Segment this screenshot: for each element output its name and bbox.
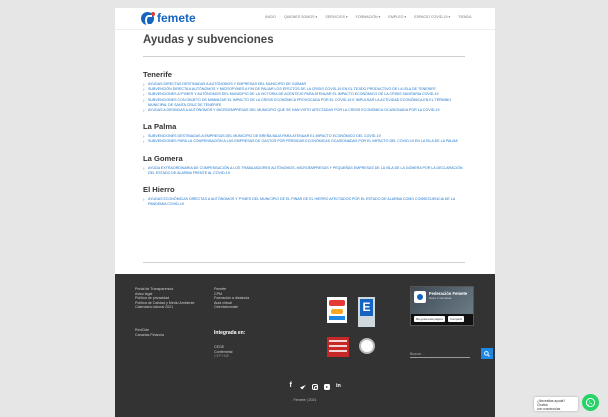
twitter-icon[interactable] bbox=[300, 384, 306, 390]
el-hierro-links: AYUDAS ECONÓMICAS DIRECTAS A AUTÓNOMOS Y… bbox=[143, 197, 465, 207]
search-button[interactable] bbox=[481, 348, 493, 359]
nav-servicios[interactable]: SERVICIOS ▾ bbox=[325, 15, 347, 19]
la-palma-links: SUBVENCIONES DESTINADAS A EMPRESAS DEL M… bbox=[143, 134, 465, 145]
footer-link-orientaformate[interactable]: Orientaformate bbox=[214, 305, 249, 310]
section-title-la-palma: La Palma bbox=[143, 122, 177, 132]
nav-inicio[interactable]: INICIO bbox=[265, 15, 276, 19]
facebook-icon[interactable] bbox=[288, 382, 294, 390]
whatsapp-chat-button[interactable] bbox=[582, 394, 599, 411]
footer-link-cepyme[interactable]: CEPYME bbox=[214, 354, 232, 359]
footer-legal-links: Portal de Transparencia Aviso legal Polí… bbox=[135, 287, 195, 310]
chat-prompt-bubble[interactable]: ¿Necesitas ayuda? Chatea con nosotros/as bbox=[534, 397, 578, 411]
femete-logo[interactable]: femete bbox=[141, 11, 196, 26]
site-footer: Portal de Transparencia Aviso legal Polí… bbox=[115, 274, 495, 417]
facebook-avatar bbox=[414, 291, 426, 303]
search-input[interactable] bbox=[410, 350, 470, 358]
list-item[interactable]: AYUDA EXTRAORDINARIA DE COMPENSACIÓN A L… bbox=[143, 166, 465, 176]
nav-tienda[interactable]: TIENDA bbox=[458, 15, 471, 19]
list-item[interactable]: AYUDAS ECONÓMICAS DIRECTAS A AUTÓNOMOS Y… bbox=[143, 197, 465, 207]
social-links bbox=[288, 382, 342, 390]
page: femete INICIO QUIENES SOMOS ▾ SERVICIOS … bbox=[115, 8, 495, 417]
nav-quienes-somos[interactable]: QUIENES SOMOS ▾ bbox=[284, 15, 317, 19]
chat-line-2: con nosotros/as bbox=[537, 407, 561, 412]
list-item[interactable]: SUBVENCIONES CON OBJETO DE MINIMIZAR EL … bbox=[143, 98, 465, 108]
la-gomera-links: AYUDA EXTRAORDINARIA DE COMPENSACIÓN A L… bbox=[143, 166, 465, 176]
page-title: Ayudas y subvenciones bbox=[143, 34, 274, 46]
facebook-share-button[interactable]: Compartir bbox=[448, 316, 465, 322]
footer-integrada-links: CEOE Confemetal CEPYME bbox=[214, 345, 232, 359]
section-title-el-hierro: El Hierro bbox=[143, 185, 175, 195]
quality-seal-icon bbox=[327, 337, 349, 357]
linkedin-icon[interactable] bbox=[336, 383, 342, 390]
section-title-tenerife: Tenerife bbox=[143, 70, 172, 79]
logo-text: femete bbox=[157, 11, 196, 25]
nav-formacion[interactable]: FORMACIÓN ▾ bbox=[356, 15, 381, 19]
facebook-like-button[interactable]: Me gusta esta página bbox=[414, 316, 445, 322]
footer-link-calendario[interactable]: Calendario laboral 2021 bbox=[135, 305, 195, 310]
whatsapp-icon bbox=[585, 397, 596, 408]
list-item[interactable]: AYUDAS A DIRIGIDAS A AUTÓNOMOS Y MICROEM… bbox=[143, 108, 465, 113]
bureau-veritas-seal-icon bbox=[359, 338, 375, 354]
nav-empleo[interactable]: EMPLEO ▾ bbox=[388, 15, 406, 19]
facebook-page-sub: Hace 2 semanas bbox=[429, 296, 452, 300]
chat-line-1: ¿Necesitas ayuda? Chatea bbox=[537, 399, 566, 408]
title-divider bbox=[143, 56, 465, 57]
instagram-icon[interactable] bbox=[312, 384, 318, 390]
integrada-heading: Integrada en: bbox=[214, 330, 246, 336]
site-header: femete INICIO QUIENES SOMOS ▾ SERVICIOS … bbox=[115, 8, 495, 30]
copyright: Femete | 2021 bbox=[293, 398, 317, 402]
facebook-page-widget[interactable]: Federación Femete Hace 2 semanas Me gust… bbox=[410, 286, 474, 326]
section-title-la-gomera: La Gomera bbox=[143, 153, 183, 163]
footer-partner-links: RedCide Canarias Financia bbox=[135, 328, 164, 337]
footer-site-links: Femete CPM Formación a distancia Aula vi… bbox=[214, 287, 249, 310]
tenerife-links: AYUDAS DIRECTAS DESTINADAS A AUTÓNOMOS Y… bbox=[143, 82, 465, 113]
search-icon bbox=[484, 350, 490, 357]
list-item[interactable]: SUBVENCIONES PARA LA COMPENSACIÓN A LAS … bbox=[143, 139, 465, 144]
certification-badge-icon bbox=[327, 297, 347, 323]
footer-link-canarias-financia[interactable]: Canarias Financia bbox=[135, 333, 164, 338]
main-nav: INICIO QUIENES SOMOS ▾ SERVICIOS ▾ FORMA… bbox=[265, 15, 471, 19]
content-divider bbox=[143, 262, 465, 263]
femete-logo-icon bbox=[141, 11, 155, 26]
youtube-icon[interactable] bbox=[324, 384, 330, 390]
excellence-badge-icon: E bbox=[358, 297, 375, 327]
nav-espacio-covid[interactable]: ESPACIO COVID-19 ▾ bbox=[414, 15, 450, 19]
main-content: Ayudas y subvenciones Tenerife AYUDAS DI… bbox=[143, 30, 465, 207]
